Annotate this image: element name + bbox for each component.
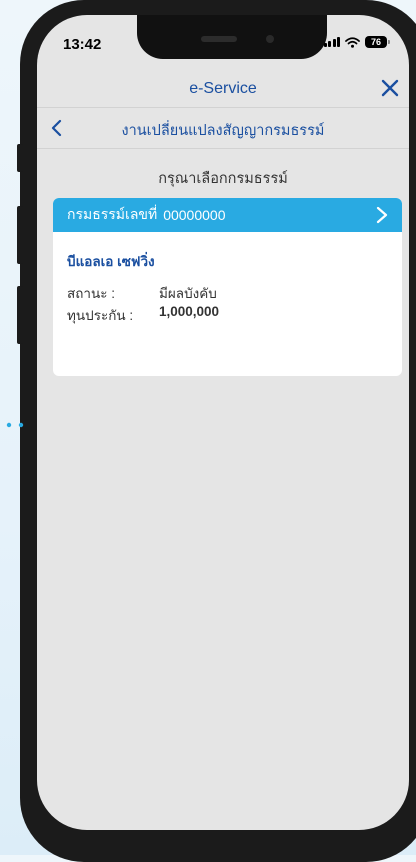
close-icon[interactable] [377,75,403,101]
volume-down-button [17,286,23,344]
front-camera [266,35,274,43]
phone-screen: 13:42 76 e-Service งานเปลี่ยนแปลงสัญญากร… [37,15,409,830]
policy-number-label: กรมธรรม์เลขที่ [67,206,158,222]
battery-level: 76 [370,37,381,47]
sum-insured-row: ทุนประกัน : 1,000,000 [67,304,219,326]
status-label: สถานะ : [67,286,115,301]
volume-up-button [17,206,23,264]
wifi-icon [345,36,360,48]
policy-number: 00000000 [163,207,226,223]
select-policy-prompt: กรุณาเลือกกรมธรรม์ [158,171,288,187]
status-row: สถานะ : มีผลบังคับ [67,282,217,304]
policy-card-header[interactable]: กรมธรรม์เลขที่ 00000000 [53,198,402,232]
policy-card[interactable]: กรมธรรม์เลขที่ 00000000 บีแอลเอ เซฟวิ่ง … [53,198,402,376]
notch [137,15,327,59]
mute-switch [17,144,23,172]
status-value: มีผลบังคับ [159,286,217,301]
battery-icon: 76 [365,36,390,48]
status-icons: 76 [323,36,390,48]
sum-insured-label: ทุนประกัน : [67,308,134,323]
sum-insured-value: 1,000,000 [159,304,220,319]
decorative-dots [6,422,24,428]
signal-icon [323,37,340,47]
chevron-right-icon[interactable] [376,206,388,224]
status-time: 13:42 [63,36,102,53]
page-title: e-Service [189,80,257,97]
header-bar: e-Service [37,72,409,106]
plan-name: บีแอลเอ เซฟวิ่ง [67,254,155,269]
sub-navigation: งานเปลี่ยนแปลงสัญญากรมธรรม์ [37,107,409,149]
section-title: งานเปลี่ยนแปลงสัญญากรมธรรม์ [121,123,325,139]
speaker [201,36,237,42]
